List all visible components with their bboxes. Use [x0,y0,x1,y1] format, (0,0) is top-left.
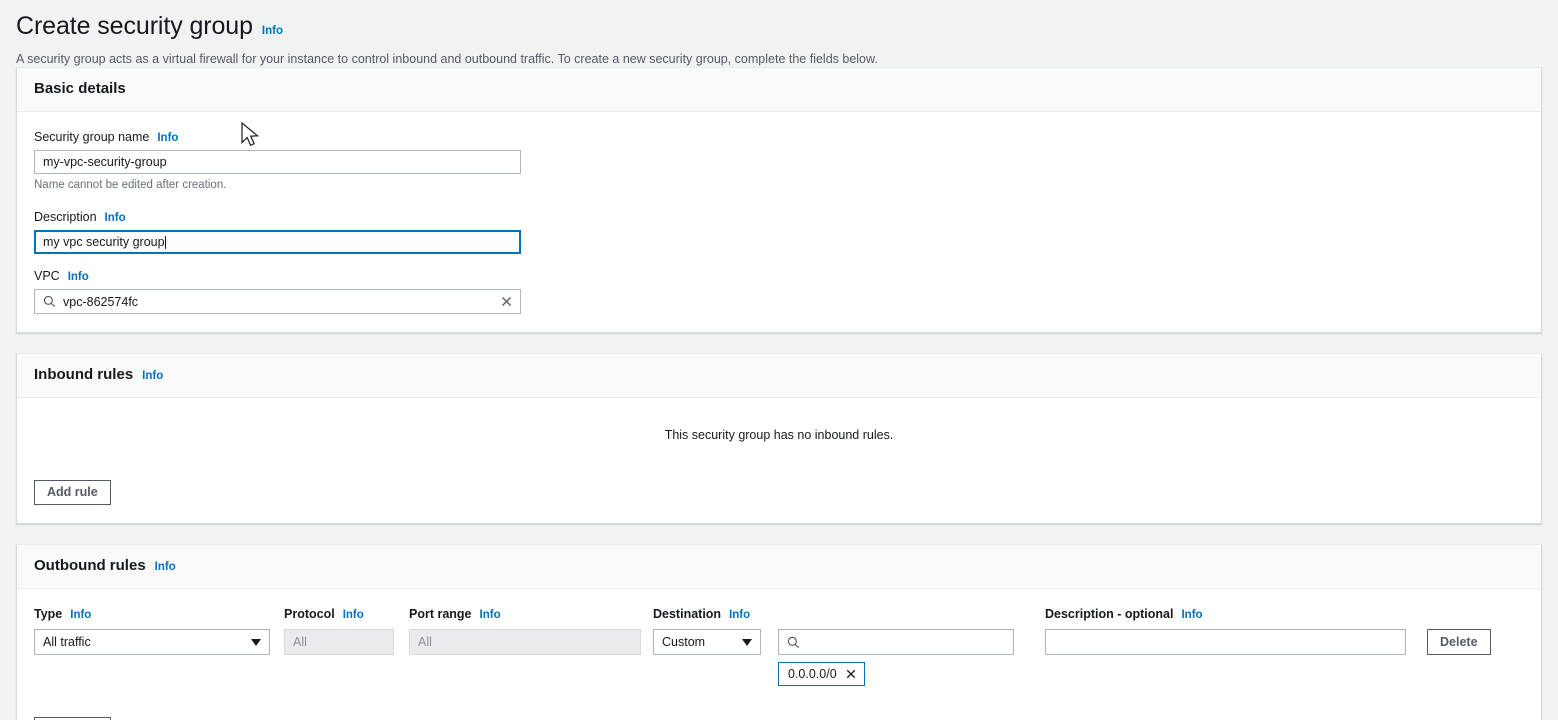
rule-type-cell: All traffic [34,629,284,655]
rule-destination-stack: Custom 0.0.0.0/0 [653,629,1045,686]
description-info-link[interactable]: Info [105,212,126,224]
security-group-name-label-row: Security group name Info [34,129,1524,145]
outbound-rules-header-row: Type Info Protocol Info Port range Info … [34,606,1524,622]
rule-type-select[interactable]: All traffic [34,629,270,655]
rule-protocol-cell: All [284,629,409,655]
rule-protocol-placeholder: All [293,635,307,649]
basic-details-body: Security group name Info my-vpc-security… [17,112,1541,332]
inbound-add-rule-button[interactable]: Add rule [34,480,111,505]
outbound-rule-row: All traffic All All Custom 0.0.0.0/0 Del… [34,629,1524,686]
inbound-rules-title: Inbound rules [34,366,134,383]
rule-destination-type-value: Custom [662,635,706,649]
rule-destination-type-select[interactable]: Custom [653,629,761,655]
security-group-name-hint: Name cannot be edited after creation. [34,179,227,191]
inbound-rules-empty-message: This security group has no inbound rules… [664,428,894,442]
page-title: Create security group [16,12,253,40]
basic-details-header: Basic details [17,68,1541,112]
rule-destination-token-label: 0.0.0.0/0 [788,667,837,681]
page-title-info-link[interactable]: Info [262,25,283,37]
rule-action-cell: Delete [1410,629,1491,655]
vpc-label: VPC [34,269,60,283]
description-label: Description [34,210,97,224]
vpc-info-link[interactable]: Info [68,271,89,283]
description-field-group: Description Info my vpc security group [34,209,1524,254]
inbound-add-rule-wrap: Add rule [34,480,1524,505]
outbound-rules-info-link[interactable]: Info [155,561,176,573]
column-header-type-info-link[interactable]: Info [70,609,91,621]
rule-protocol-input: All [284,629,394,655]
description-value-wrap: my vpc security group [43,232,512,252]
rule-port-range-cell: All [409,629,653,655]
vpc-select-input[interactable]: vpc-862574fc [34,289,521,314]
column-header-description-info-link[interactable]: Info [1181,609,1202,621]
column-header-destination-info-link[interactable]: Info [729,609,750,621]
column-header-destination: Destination Info [653,606,1045,622]
inbound-rules-body: This security group has no inbound rules… [17,398,1541,523]
rule-port-range-input: All [409,629,641,655]
description-input[interactable]: my vpc security group [34,230,521,254]
rule-description-input[interactable] [1045,629,1406,655]
outbound-rules-table: Type Info Protocol Info Port range Info … [34,606,1524,686]
rule-delete-button[interactable]: Delete [1427,629,1491,655]
outbound-rules-body: Type Info Protocol Info Port range Info … [17,589,1541,720]
column-header-port-range-info-link[interactable]: Info [480,609,501,621]
vpc-label-row: VPC Info [34,268,1524,284]
chevron-down-icon [742,638,752,646]
close-icon[interactable] [845,668,857,680]
column-header-port-range: Port range Info [409,606,653,622]
basic-details-title: Basic details [34,80,126,97]
text-caret [164,235,166,249]
security-group-name-value-wrap: my-vpc-security-group [43,151,512,173]
vpc-field: VPC Info vpc-862574fc [34,268,1524,314]
column-header-port-range-label: Port range [409,607,472,621]
vpc-value: vpc-862574fc [63,294,139,309]
search-icon [787,636,800,649]
rule-type-value: All traffic [43,635,91,649]
basic-details-panel: Basic details Security group name Info m… [16,67,1542,333]
column-header-protocol: Protocol Info [284,606,409,622]
inbound-rules-panel: Inbound rules Info This security group h… [16,353,1542,524]
security-group-name-info-link[interactable]: Info [157,132,178,144]
outbound-rules-title: Outbound rules [34,557,146,574]
column-header-description-label: Description - optional [1045,607,1174,621]
column-header-type-label: Type [34,607,63,621]
rule-destination-search-input[interactable] [778,629,1014,655]
description-label-row: Description Info [34,209,1524,225]
column-header-protocol-info-link[interactable]: Info [343,609,364,621]
security-group-name-label: Security group name [34,130,150,144]
column-header-description: Description - optional Info [1045,606,1410,622]
description-value: my vpc security group [43,235,165,249]
rule-destination-row: Custom [653,629,1045,655]
outbound-rules-panel: Outbound rules Info Type Info Protocol I… [16,544,1542,720]
rule-destination-token[interactable]: 0.0.0.0/0 [778,662,865,686]
column-header-destination-label: Destination [653,607,722,621]
search-icon [43,295,56,308]
page-title-row: Create security group Info [16,10,1542,42]
chevron-down-icon [251,638,261,646]
page-header: Create security group Info A security gr… [0,0,1558,67]
rule-destination-cell: Custom 0.0.0.0/0 [653,629,1045,686]
column-header-protocol-label: Protocol [284,607,335,621]
rule-port-range-placeholder: All [418,635,432,649]
rule-description-cell [1045,629,1410,655]
security-group-name-value: my-vpc-security-group [43,155,167,169]
security-group-name-field: Security group name Info my-vpc-security… [34,129,1524,193]
inbound-rules-header: Inbound rules Info [17,354,1541,398]
outbound-rules-header: Outbound rules Info [17,545,1541,589]
close-icon[interactable] [500,295,513,308]
page-description: A security group acts as a virtual firew… [16,52,878,66]
security-group-name-input[interactable]: my-vpc-security-group [34,150,521,174]
column-header-type: Type Info [34,606,284,622]
inbound-rules-info-link[interactable]: Info [142,370,163,382]
